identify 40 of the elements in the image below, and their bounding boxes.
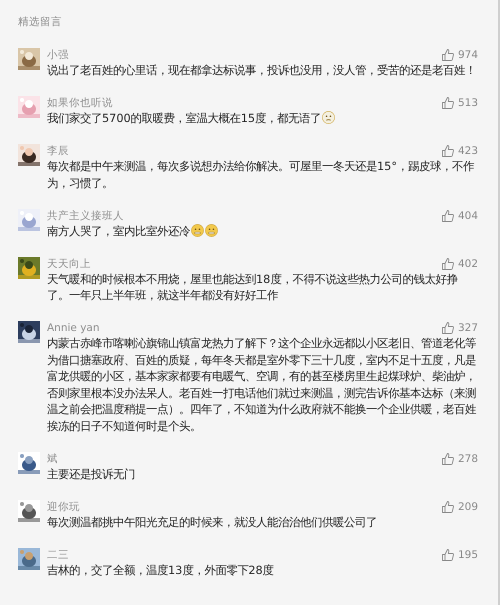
commenter-name: 斌 bbox=[47, 452, 58, 466]
thumbs-up-icon[interactable] bbox=[440, 144, 455, 158]
commenter-name: 小强 bbox=[47, 48, 69, 62]
thumbs-up-icon[interactable] bbox=[440, 548, 455, 562]
comment-text: 内蒙古赤峰市喀喇沁旗锦山镇富龙热力了解下？这个企业永远都以小区老旧、管道老化等为借口搪塞政府、百姓的质疑，每年冬天都是室外零下三十几度，室内不足十五度，凡是富龙供暖的小区，基本家家都要有电暖气、空调，有的甚至楼房里生起煤球炉、柴油炉，否则家里根本没办法呆人。老百姓一打电话他们就过来测温，测完告诉你基本达标（来测温之前会把温度稍提一点）。四年了，不知道为什么政府就不能换一个企业供暖，老百姓挨冻的日子不知道何时是个头。 bbox=[47, 337, 476, 432]
comment-text: 南方人哭了，室内比室外还冷 bbox=[47, 224, 190, 238]
thumbs-up-icon[interactable] bbox=[440, 321, 455, 335]
comment-text: 每次测温都挑中午阳光充足的时候来，就没人能治治他们供暖公司了 bbox=[47, 516, 377, 528]
thumbs-up-icon[interactable] bbox=[440, 208, 455, 222]
like-count: 195 bbox=[458, 548, 478, 560]
comment-text: 说出了老百姓的心里话，现在都拿达标说事，投诉也没用，没人管，受苦的还是老百姓！ bbox=[47, 64, 476, 77]
thumbs-up-icon[interactable] bbox=[440, 452, 455, 466]
comment-text: 主要还是投诉无门 bbox=[47, 468, 135, 480]
comment-text: 吉林的，交了全额，温度13度，外面零下28度 bbox=[47, 564, 274, 576]
like-count: 974 bbox=[458, 49, 478, 61]
commenter-name: 共产主义接班人 bbox=[47, 208, 124, 222]
commenter-name: Annie yan bbox=[47, 322, 100, 334]
comment-text: 每次都是中午来测温，每次多说想办法给你解决。可屋里一冬天还是15°，踢皮球，不作为，习惯了。 bbox=[47, 160, 474, 190]
like-count: 404 bbox=[458, 210, 478, 222]
like-count: 209 bbox=[458, 500, 478, 512]
emoji-icon bbox=[191, 224, 204, 236]
commenter-name: 迎你玩 bbox=[47, 500, 80, 514]
thumbs-up-icon[interactable] bbox=[440, 256, 455, 270]
commenter-name: 如果你也听说 bbox=[47, 96, 113, 110]
like-count: 423 bbox=[458, 145, 478, 157]
emoji-icon bbox=[322, 111, 336, 124]
thumbs-up-icon[interactable] bbox=[440, 500, 455, 514]
like-count: 513 bbox=[458, 97, 478, 109]
comment-text: 天气暖和的时候根本不用烧，屋里也能达到18度，不得不说这些热力公司的钱太好挣了。一年只上半年班，就这半年都没有好好工作 bbox=[47, 272, 458, 302]
commenter-name: 李辰 bbox=[47, 144, 69, 158]
like-count: 327 bbox=[458, 322, 478, 334]
commenter-name: 二三 bbox=[47, 548, 69, 562]
emoji-icon bbox=[205, 224, 218, 236]
commenter-name: 天天向上 bbox=[47, 256, 91, 270]
thumbs-up-icon[interactable] bbox=[440, 96, 455, 110]
like-count: 278 bbox=[458, 452, 478, 464]
thumbs-up-icon[interactable] bbox=[440, 48, 455, 62]
like-count: 402 bbox=[458, 258, 478, 270]
section-title: 精选留言 bbox=[18, 16, 62, 29]
comment-text: 我们家交了5700的取暖费，室温大概在15度，都无语了 bbox=[47, 112, 322, 125]
